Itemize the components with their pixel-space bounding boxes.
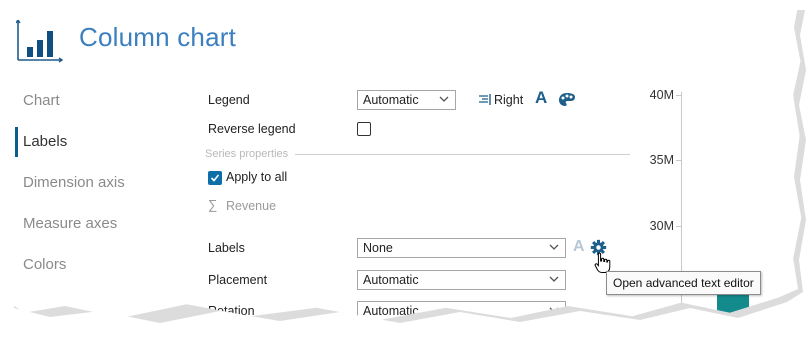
apply-to-all-checkbox[interactable] (208, 171, 222, 185)
placement-select[interactable]: Automatic (357, 270, 566, 290)
section-nav: Chart Labels Dimension axis Measure axes… (0, 86, 180, 291)
reverse-legend-checkbox[interactable] (357, 122, 371, 136)
font-icon[interactable]: A (535, 88, 547, 108)
align-right-icon[interactable] (478, 94, 491, 106)
section-divider (295, 154, 630, 155)
nav-item-colors[interactable]: Colors (0, 250, 180, 291)
chevron-down-icon (549, 276, 559, 282)
legend-select[interactable]: Automatic (357, 90, 456, 110)
properties-panel: Column chart Chart Labels Dimension axis… (0, 0, 802, 320)
chevron-down-icon (439, 96, 449, 102)
placement-select-value: Automatic (363, 273, 419, 287)
chevron-down-icon (549, 244, 559, 250)
axis-tick-label: 35M (649, 153, 674, 167)
series-name-label[interactable]: Revenue (226, 199, 276, 213)
series-properties-heading: Series properties (205, 148, 289, 160)
legend-label: Legend (208, 93, 250, 107)
nav-item-chart[interactable]: Chart (0, 86, 180, 127)
reverse-legend-label: Reverse legend (208, 122, 296, 136)
nav-item-label: Measure axes (23, 215, 118, 232)
nav-item-measure-axes[interactable]: Measure axes (0, 209, 180, 250)
tooltip: Open advanced text editor (606, 271, 761, 295)
labels-select-value: None (363, 241, 393, 255)
palette-icon[interactable] (558, 92, 576, 107)
apply-to-all-label[interactable]: Apply to all (226, 170, 287, 184)
placement-label: Placement (208, 273, 268, 287)
nav-item-label: Labels (23, 133, 68, 150)
nav-item-dimension-axis[interactable]: Dimension axis (0, 168, 180, 209)
nav-item-labels[interactable]: Labels (0, 127, 180, 168)
label-font-icon[interactable]: A (573, 238, 585, 256)
labels-select[interactable]: None (357, 238, 566, 258)
axis-tick-label: 40M (649, 88, 674, 102)
nav-item-label: Chart (23, 92, 60, 109)
page-title: Column chart (79, 22, 237, 52)
labels-label: Labels (208, 241, 245, 255)
sigma-icon: ∑ (208, 197, 218, 212)
axis-tick-mark (676, 95, 681, 96)
checkmark-icon (210, 174, 220, 182)
nav-item-label: Colors (23, 256, 67, 273)
axis-tick-mark (676, 160, 681, 161)
nav-item-label: Dimension axis (23, 174, 125, 191)
column-chart-icon (16, 20, 64, 63)
legend-select-value: Automatic (363, 93, 419, 107)
legend-position-label[interactable]: Right (494, 93, 523, 107)
axis-tick-mark (676, 226, 681, 227)
axis-tick-label: 30M (649, 219, 674, 233)
